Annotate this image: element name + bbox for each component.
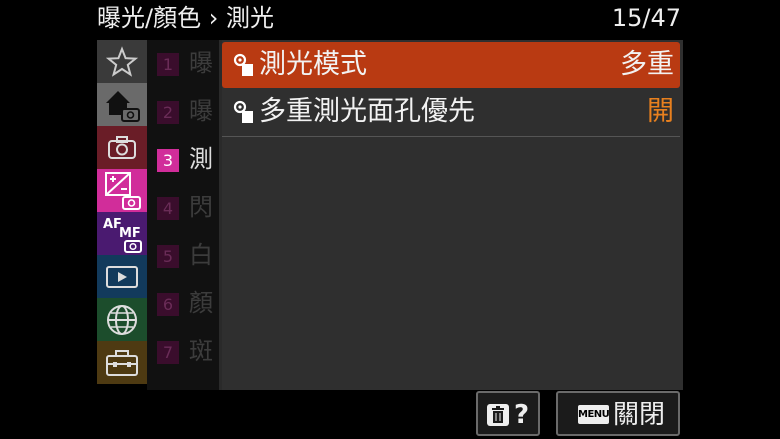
custom-register-icon: [233, 53, 253, 76]
menu-item-metering-mode[interactable]: 測光模式 多重: [222, 42, 680, 88]
menu-item-face-priority[interactable]: 多重測光面孔優先 開: [222, 89, 680, 135]
subpage-item-6[interactable]: 6 顏: [147, 280, 219, 328]
camera-icon: [108, 135, 136, 159]
svg-text:MF: MF: [119, 226, 141, 241]
close-button[interactable]: MENU 關閉: [556, 391, 680, 436]
subpage-label: 閃: [189, 193, 213, 221]
subpage-number: 7: [157, 341, 179, 364]
globe-icon: [107, 304, 137, 335]
page-indicator: 15/47: [611, 4, 681, 32]
subpage-item-1[interactable]: 1 曝: [147, 40, 219, 88]
exposure-camera-icon: [105, 171, 141, 210]
subpage-item-5[interactable]: 5 白: [147, 232, 219, 280]
subpage-label: 斑: [189, 337, 213, 365]
subpage-number: 4: [157, 197, 179, 220]
category-main[interactable]: [97, 83, 147, 126]
subpage-label: 顏: [189, 289, 213, 317]
menu-item-value: 多重: [620, 49, 674, 80]
subpage-label: 測: [189, 145, 213, 173]
settings-panel: 測光模式 多重 多重測光面孔優先 開: [222, 40, 683, 390]
help-icon: ?: [514, 400, 530, 430]
subpage-item-4[interactable]: 4 閃: [147, 184, 219, 232]
category-playback[interactable]: [97, 255, 147, 298]
toolbox-icon: [106, 349, 138, 376]
menu-key-icon: MENU: [578, 405, 610, 424]
category-shooting[interactable]: [97, 126, 147, 169]
subpage-number: 1: [157, 53, 179, 76]
item-divider: [222, 136, 680, 137]
category-sidebar: AF MF: [97, 40, 147, 390]
subpage-item-7[interactable]: 7 斑: [147, 328, 219, 376]
menu-item-label: 測光模式: [259, 49, 367, 80]
breadcrumb: 曝光/顏色 › 測光: [97, 4, 274, 32]
home-camera-icon: [106, 90, 140, 122]
menu-item-value: 開: [647, 96, 674, 127]
afmf-camera-icon: AF MF: [103, 217, 142, 253]
close-label: 關閉: [613, 400, 666, 430]
category-setup[interactable]: [97, 341, 147, 384]
subpage-number: 2: [157, 101, 179, 124]
delete-help-button[interactable]: ?: [476, 391, 540, 436]
subpage-item-2[interactable]: 2 曝: [147, 88, 219, 136]
subpage-item-3[interactable]: 3 測: [147, 136, 219, 184]
subpage-label: 曝: [189, 49, 213, 77]
trash-icon: [487, 404, 509, 426]
subpage-number: 6: [157, 293, 179, 316]
category-exposure-color[interactable]: [97, 169, 147, 212]
star-icon: [106, 45, 138, 77]
custom-register-icon: [233, 100, 253, 123]
play-icon: [106, 265, 138, 288]
category-my-menu[interactable]: [97, 40, 147, 83]
subpage-list: 1 曝 2 曝 3 測 4 閃 5 白 6 顏 7 斑: [147, 40, 219, 390]
subpage-number: 3: [157, 149, 179, 172]
subpage-label: 白: [189, 241, 213, 269]
category-focus[interactable]: AF MF: [97, 212, 147, 255]
category-network[interactable]: [97, 298, 147, 341]
header: 曝光/顏色 › 測光 15/47: [97, 0, 683, 38]
subpage-label: 曝: [189, 97, 213, 125]
subpage-number: 5: [157, 245, 179, 268]
menu-item-label: 多重測光面孔優先: [259, 96, 475, 127]
